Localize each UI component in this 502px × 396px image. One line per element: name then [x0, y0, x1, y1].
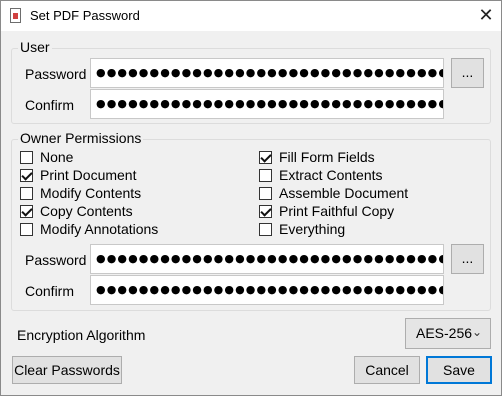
user-group-label: User [18, 39, 52, 55]
checkbox-label: Print Faithful Copy [279, 203, 395, 219]
user-password-browse-button[interactable]: ... [451, 58, 484, 88]
checkbox-label: Copy Contents [40, 203, 133, 219]
owner-password-browse-button[interactable]: ... [451, 244, 484, 274]
checkbox-box [259, 222, 272, 236]
owner-password-field[interactable]: ●●●●●●●●●●●●●●●●●●●●●●●●●●●●●●●●●● [90, 244, 444, 274]
permission-assemble-document-checkbox[interactable]: Assemble Document [259, 184, 408, 202]
checkbox-box [259, 150, 272, 164]
pdf-document-icon [10, 8, 21, 23]
cancel-button[interactable]: Cancel [354, 356, 420, 384]
permission-modify-annotations-checkbox[interactable]: Modify Annotations [20, 220, 158, 238]
close-button[interactable]: ✕ [471, 1, 501, 31]
user-confirm-label: Confirm [25, 97, 75, 113]
permission-extract-contents-checkbox[interactable]: Extract Contents [259, 166, 383, 184]
permission-modify-contents-checkbox[interactable]: Modify Contents [20, 184, 141, 202]
checkbox-box [259, 186, 272, 200]
checkbox-label: Modify Contents [40, 185, 142, 201]
checkbox-label: None [40, 149, 74, 165]
checkbox-box [259, 204, 272, 218]
checkbox-label: Everything [279, 221, 346, 237]
checkbox-box [20, 186, 33, 200]
checkbox-box [259, 168, 272, 182]
checkbox-box [20, 150, 33, 164]
window-title: Set PDF Password [30, 8, 140, 23]
checkbox-box [20, 204, 33, 218]
checkbox-label: Print Document [40, 167, 137, 183]
permission-everything-checkbox[interactable]: Everything [259, 220, 345, 238]
permission-copy-contents-checkbox[interactable]: Copy Contents [20, 202, 133, 220]
owner-confirm-label: Confirm [25, 283, 75, 299]
checkbox-label: Extract Contents [279, 167, 383, 183]
encryption-algorithm-value: AES-256 [416, 325, 473, 341]
user-password-field[interactable]: ●●●●●●●●●●●●●●●●●●●●●●●●●●●●●●●●●● [90, 58, 444, 88]
checkbox-box [20, 222, 33, 236]
permission-fill-form-fields-checkbox[interactable]: Fill Form Fields [259, 148, 375, 166]
user-confirm-field[interactable]: ●●●●●●●●●●●●●●●●●●●●●●●●●●●●●●●●●● [90, 89, 444, 119]
owner-password-label: Password [25, 252, 87, 268]
title-bar: Set PDF Password ✕ [1, 1, 501, 31]
owner-confirm-field[interactable]: ●●●●●●●●●●●●●●●●●●●●●●●●●●●●●●●●●● [90, 275, 444, 305]
chevron-down-icon: ⌄ [471, 325, 482, 339]
encryption-algorithm-label: Encryption Algorithm [17, 327, 146, 343]
checkbox-label: Fill Form Fields [279, 149, 375, 165]
permission-print-faithful-copy-checkbox[interactable]: Print Faithful Copy [259, 202, 394, 220]
permission-print-document-checkbox[interactable]: Print Document [20, 166, 136, 184]
user-password-label: Password [25, 66, 87, 82]
clear-passwords-button[interactable]: Clear Passwords [12, 356, 122, 384]
save-button[interactable]: Save [426, 356, 492, 384]
owner-permissions-label: Owner Permissions [18, 130, 144, 146]
encryption-algorithm-select[interactable]: AES-256 ⌄ [405, 318, 491, 349]
checkbox-label: Modify Annotations [40, 221, 159, 237]
checkbox-label: Assemble Document [279, 185, 409, 201]
permission-none-checkbox[interactable]: None [20, 148, 73, 166]
set-pdf-password-dialog: Set PDF Password ✕ User Password ●●●●●●●… [0, 0, 502, 396]
checkbox-box [20, 168, 33, 182]
